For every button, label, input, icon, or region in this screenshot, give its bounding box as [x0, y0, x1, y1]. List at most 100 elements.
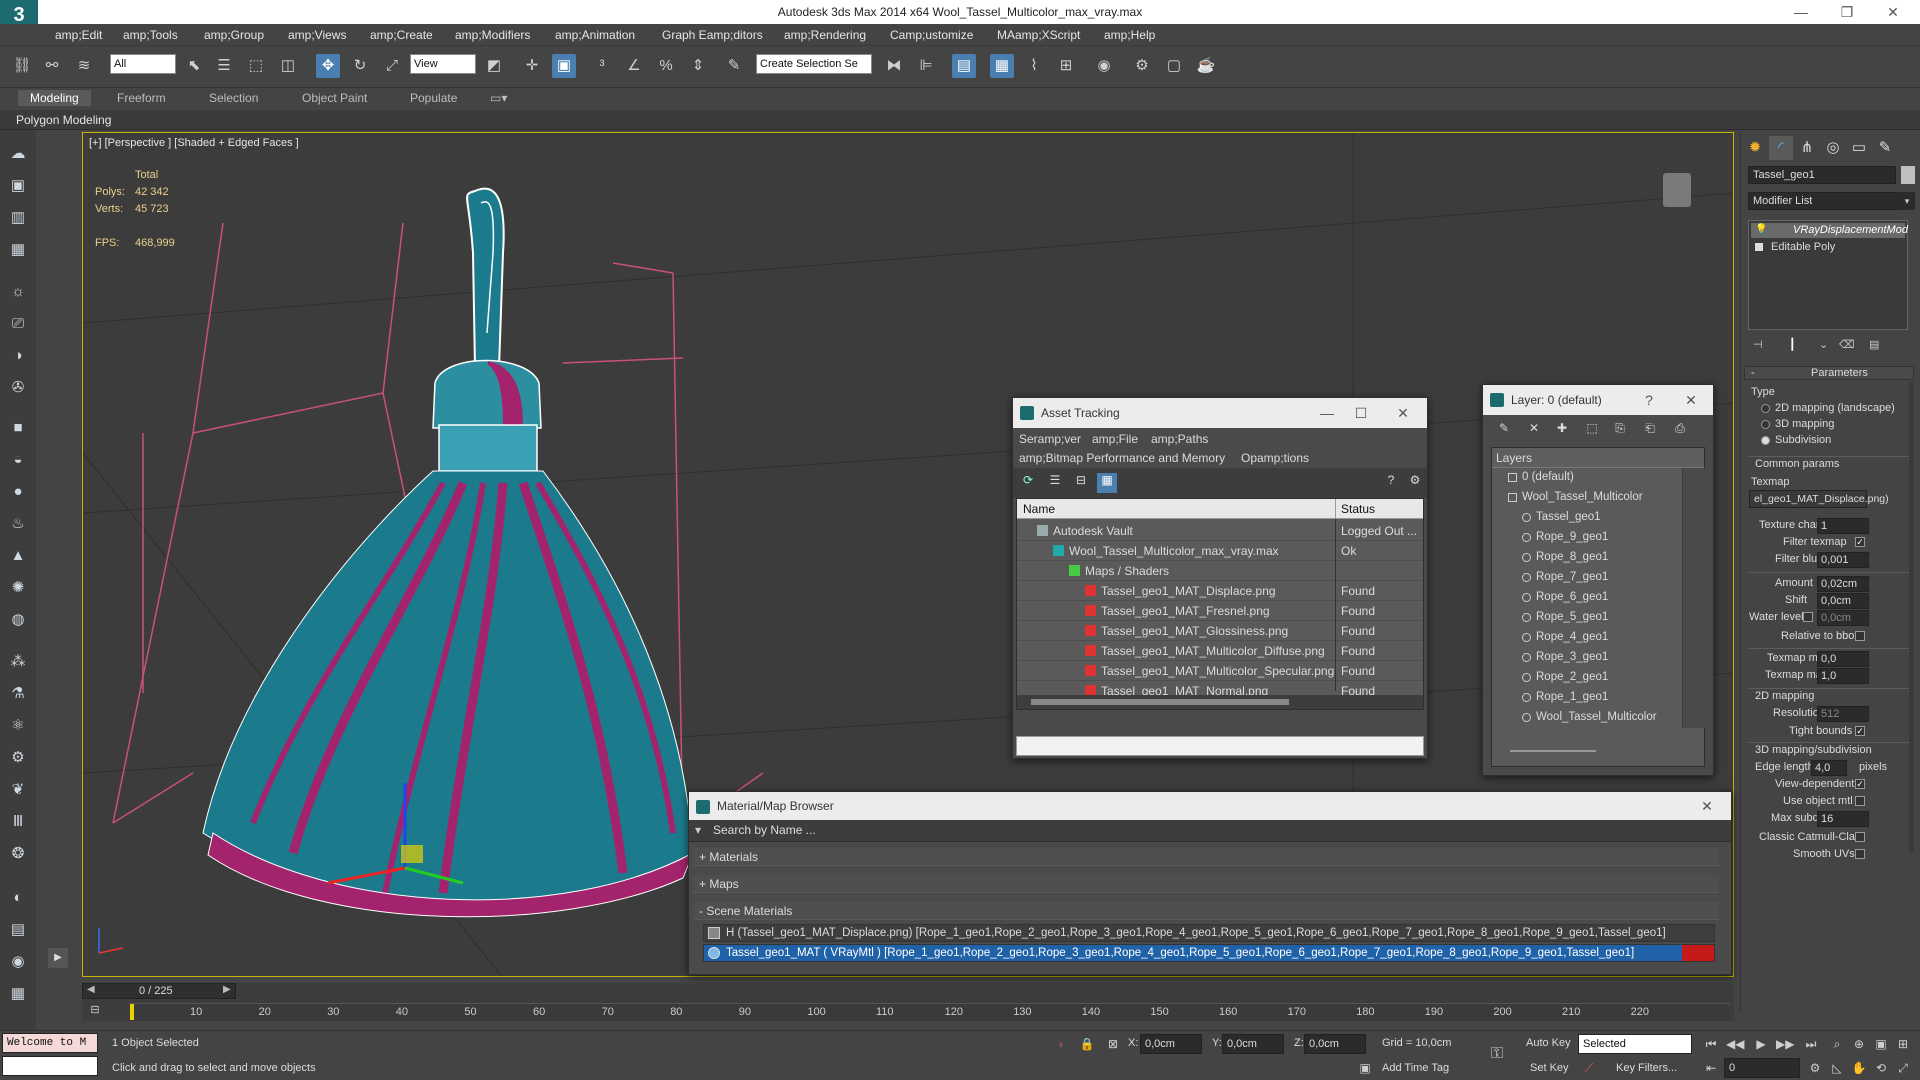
max-subdivs-spinner[interactable]: 16: [1817, 811, 1869, 827]
set-key-button[interactable]: Set Key: [1530, 1062, 1569, 1074]
select-by-name-icon[interactable]: ☰: [212, 54, 236, 78]
rect-selection-icon[interactable]: ⬚: [244, 54, 268, 78]
water-level-spinner[interactable]: 0,0cm: [1817, 610, 1869, 626]
refresh-icon[interactable]: ⟳: [1018, 473, 1038, 493]
dome-icon[interactable]: ◒: [6, 448, 30, 472]
window-crossing-icon[interactable]: ◫: [276, 54, 300, 78]
menu-graph-editors[interactable]: Graph Eamp;ditors: [662, 28, 763, 42]
edge-length-spinner[interactable]: 4,0: [1811, 760, 1847, 776]
unlink-icon[interactable]: ⚯: [40, 54, 64, 78]
table-view-icon[interactable]: ▦: [1097, 473, 1117, 493]
menu-tools[interactable]: amp;Tools: [123, 28, 178, 42]
scene-material-row-selected[interactable]: Tassel_geo1_MAT ( VRayMtl ) [Rope_1_geo1…: [703, 944, 1715, 962]
texmap-min-spinner[interactable]: 0,0: [1817, 651, 1869, 667]
layer-item[interactable]: Wool_Tassel_Multicolor: [1492, 708, 1704, 728]
stack-item-editable-poly[interactable]: Editable Poly: [1751, 240, 1905, 255]
at-menu-bitmap-performance[interactable]: amp;Bitmap Performance and Memory: [1019, 451, 1225, 465]
asset-row[interactable]: Autodesk Vault Logged Out ...: [1017, 521, 1423, 541]
select-layer-icon[interactable]: ⬚: [1581, 421, 1603, 441]
close-icon[interactable]: ✕: [1870, 0, 1916, 24]
display-tab-icon[interactable]: ▭: [1847, 136, 1871, 160]
cone-icon[interactable]: ▲: [6, 544, 30, 568]
radio-3d-mapping[interactable]: [1761, 420, 1770, 429]
spinner-snap-icon[interactable]: ⇕: [686, 54, 710, 78]
material-browser-titlebar[interactable]: Material/Map Browser ✕: [689, 792, 1731, 820]
material-editor-icon[interactable]: ◉: [1092, 54, 1116, 78]
orbit-icon[interactable]: ⟲: [1872, 1059, 1890, 1077]
asset-row[interactable]: Tassel_geo1_MAT_Multicolor_Diffuse.png Fo…: [1017, 641, 1423, 661]
current-frame-field[interactable]: 0: [1724, 1058, 1800, 1078]
cloth-icon[interactable]: ♨: [6, 512, 30, 536]
menu-rendering[interactable]: amp;Rendering: [784, 28, 866, 42]
cylinder-icon[interactable]: ▥: [6, 206, 30, 230]
play-icon[interactable]: ▶: [1752, 1035, 1770, 1053]
at-menu-paths[interactable]: amp;Paths: [1151, 432, 1208, 446]
column-name[interactable]: Name: [1023, 502, 1055, 516]
dynamics-icon[interactable]: ⚗: [6, 682, 30, 706]
render-setup-icon[interactable]: ⚙: [1130, 54, 1154, 78]
helper-icon[interactable]: ◑: [6, 344, 30, 368]
tab-modeling[interactable]: Modeling: [18, 90, 91, 106]
maxscript-input[interactable]: [2, 1056, 98, 1076]
object-color-swatch[interactable]: [1901, 166, 1915, 184]
angle-snap-icon[interactable]: ∠: [622, 54, 646, 78]
asset-row[interactable]: Maps / Shaders: [1017, 561, 1423, 581]
panel-scrollbar[interactable]: [1909, 382, 1914, 852]
track-bar-icon[interactable]: ⊟: [82, 1003, 108, 1019]
help-icon[interactable]: ?: [1631, 385, 1667, 415]
use-object-mtl-checkbox[interactable]: [1855, 796, 1865, 806]
physics-icon[interactable]: ⚛: [6, 714, 30, 738]
close-icon[interactable]: ✕: [1673, 385, 1709, 415]
water-level-checkbox[interactable]: [1803, 612, 1813, 622]
prev-frame-icon[interactable]: ◀◀: [1726, 1035, 1744, 1053]
delete-layer-icon[interactable]: ✕: [1523, 421, 1545, 441]
teapot-render-icon[interactable]: ◉: [6, 950, 30, 974]
key-mode-icon[interactable]: ⇤: [1702, 1059, 1720, 1077]
lock-icon[interactable]: 🔒: [1078, 1035, 1096, 1053]
shift-spinner[interactable]: 0,0cm: [1817, 593, 1869, 609]
at-menu-options[interactable]: Opamp;tions: [1241, 451, 1309, 465]
x-coord-field[interactable]: 0,0cm: [1140, 1034, 1202, 1054]
layer-item[interactable]: Wool_Tassel_Multicolor□: [1492, 488, 1704, 508]
time-prev-icon[interactable]: ◀: [87, 984, 95, 995]
asset-row[interactable]: Wool_Tassel_Multicolor_max_vray.max Ok: [1017, 541, 1423, 561]
texture-chan-spinner[interactable]: 1: [1817, 518, 1869, 534]
expand-icon[interactable]: [1755, 243, 1763, 251]
horizontal-scrollbar[interactable]: [1017, 695, 1423, 709]
pan-icon[interactable]: ✋: [1850, 1059, 1868, 1077]
layer-item[interactable]: Rope_9_geo1: [1492, 528, 1704, 548]
globe-icon[interactable]: ◐: [6, 886, 30, 910]
asset-row[interactable]: Tassel_geo1_MAT_Multicolor_Specular.png F…: [1017, 661, 1423, 681]
section-materials[interactable]: + Materials: [699, 850, 758, 864]
plant-icon[interactable]: ❦: [6, 778, 30, 802]
selected-dropdown[interactable]: Selected: [1578, 1034, 1692, 1054]
tab-selection[interactable]: Selection: [209, 91, 258, 105]
schematic-view-icon[interactable]: ⊞: [1054, 54, 1078, 78]
scene-material-row[interactable]: H (Tassel_geo1_MAT_Displace.png) [Rope_1…: [703, 924, 1715, 942]
layer-scroll-thumb[interactable]: [1510, 750, 1596, 752]
graphite-toggle-icon[interactable]: ▦: [990, 54, 1014, 78]
teapot-icon[interactable]: ☁: [6, 142, 30, 166]
settings-icon[interactable]: ⚙: [1405, 473, 1425, 493]
smooth-uvs-checkbox[interactable]: [1855, 849, 1865, 859]
layer-item[interactable]: Rope_3_geo1: [1492, 648, 1704, 668]
utilities-tab-icon[interactable]: ✎: [1873, 136, 1897, 160]
asset-row[interactable]: Tassel_geo1_MAT_Glossiness.png Found: [1017, 621, 1423, 641]
pin-stack-icon[interactable]: ⊣: [1753, 338, 1763, 351]
sphere-icon[interactable]: ●: [6, 480, 30, 504]
texmap-max-spinner[interactable]: 1,0: [1817, 668, 1869, 684]
plane-icon[interactable]: ▦: [6, 238, 30, 262]
parameters-rollout[interactable]: - Parameters: [1744, 366, 1914, 380]
menu-create[interactable]: amp;Create: [370, 28, 433, 42]
pivot-center-icon[interactable]: ◩: [482, 54, 506, 78]
tree-view-icon[interactable]: ⊟: [1071, 473, 1091, 493]
bind-spacewarp-icon[interactable]: ≋: [72, 54, 96, 78]
time-next-icon[interactable]: ▶: [223, 984, 231, 995]
tight-bounds-checkbox[interactable]: ✓: [1855, 726, 1865, 736]
freeze-all-icon[interactable]: ⎙: [1669, 421, 1691, 441]
new-layer-icon[interactable]: ✎: [1493, 421, 1515, 441]
layer-item[interactable]: 0 (default)✓: [1492, 468, 1704, 488]
menu-maxscript[interactable]: MAamp;XScript: [997, 28, 1080, 42]
script-icon[interactable]: ▦: [6, 982, 30, 1006]
menu-animation[interactable]: amp;Animation: [555, 28, 635, 42]
